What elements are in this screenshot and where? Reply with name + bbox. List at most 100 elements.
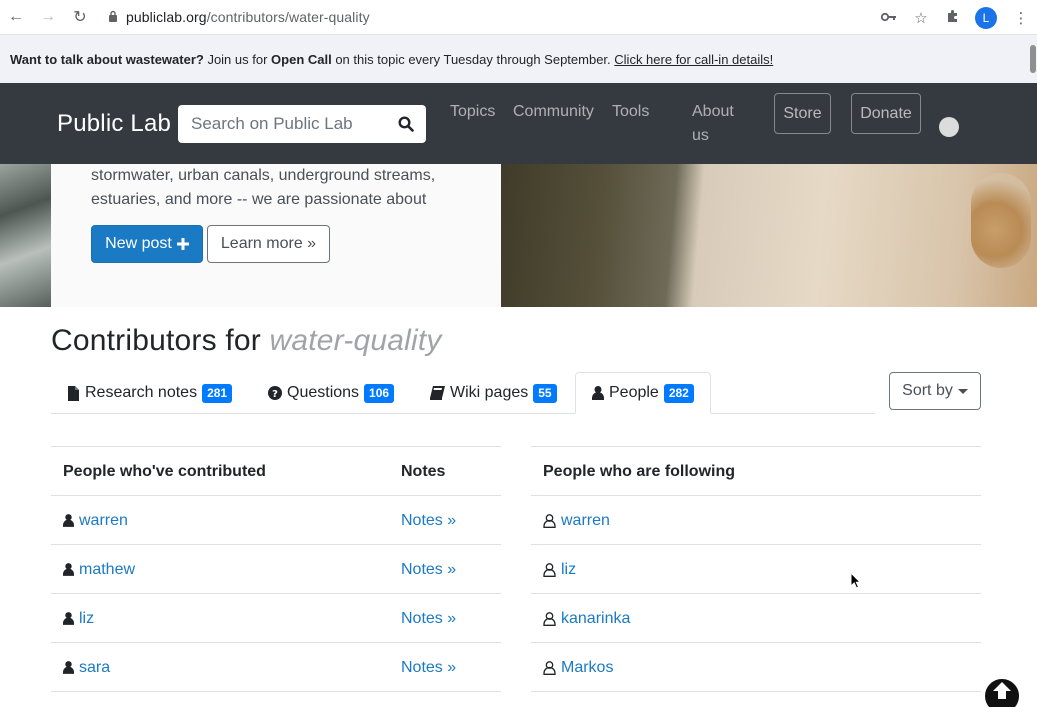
page-title: Contributors for water-quality: [51, 324, 442, 358]
site-navbar: Public Lab Topics Community Tools About u…: [0, 83, 1037, 164]
banner-text-1: Join us for: [203, 52, 272, 67]
notes-link[interactable]: Notes »: [401, 561, 456, 579]
table-row: Markos: [531, 643, 981, 692]
banner-bold: Open Call: [271, 52, 332, 67]
user-outline-icon: [543, 660, 556, 675]
follower-link[interactable]: liz: [561, 561, 576, 579]
banner-text-2: on this topic every Tuesday through Sept…: [331, 52, 615, 67]
water-sample-bottle: [971, 173, 1031, 268]
tab-wiki-pages-label: Wiki pages: [450, 384, 529, 401]
page-scrollbar[interactable]: [1030, 45, 1036, 73]
url-path: /contributors/water-quality: [206, 9, 370, 25]
contributor-link[interactable]: liz: [79, 610, 94, 628]
scroll-to-top-button[interactable]: [983, 677, 1021, 707]
table-row: warren: [531, 496, 981, 545]
back-arrow-icon[interactable]: ←: [0, 0, 32, 35]
nav-topics[interactable]: Topics: [450, 100, 495, 124]
learn-more-button[interactable]: Learn more »: [207, 225, 330, 263]
star-icon[interactable]: ☆: [905, 9, 937, 27]
nav-community[interactable]: Community: [513, 100, 594, 124]
nav-about-line1: About: [692, 103, 734, 120]
banner-lead: Want to talk about wastewater?: [10, 52, 204, 67]
tab-people-label: People: [609, 384, 659, 401]
brand-logo[interactable]: Public Lab: [57, 110, 171, 138]
user-icon: [592, 386, 604, 400]
profile-avatar[interactable]: L: [975, 6, 997, 29]
sort-by-dropdown[interactable]: Sort by: [889, 372, 981, 410]
user-outline-icon: [543, 513, 556, 528]
research-notes-count-badge: 281: [202, 383, 233, 403]
caret-down-icon: [957, 388, 968, 394]
arrow-up-icon: [993, 682, 1011, 699]
user-menu-avatar[interactable]: [939, 117, 959, 137]
contributor-link[interactable]: sara: [79, 659, 110, 677]
table-row: kanarinka: [531, 594, 981, 643]
people-count-badge: 282: [663, 383, 694, 403]
header-notes: Notes: [401, 462, 446, 480]
tab-questions[interactable]: ? Questions 106: [268, 372, 395, 414]
hero-line-1: stormwater, urban canals, underground st…: [91, 167, 436, 184]
tab-research-notes[interactable]: Research notes 281: [67, 372, 233, 414]
user-outline-icon: [543, 611, 556, 626]
notes-link[interactable]: Notes »: [401, 659, 456, 677]
store-button[interactable]: Store: [774, 93, 831, 134]
user-outline-icon: [543, 562, 556, 577]
table-row: liz: [531, 545, 981, 594]
question-circle-icon: ?: [268, 386, 282, 400]
wiki-pages-count-badge: 55: [533, 383, 557, 403]
nav-tools[interactable]: Tools: [612, 100, 649, 124]
address-bar[interactable]: publiclab.org/contributors/water-quality: [126, 9, 370, 25]
search-input[interactable]: [178, 114, 378, 134]
donate-button[interactable]: Donate: [851, 93, 921, 134]
nav-about-line2: us: [692, 127, 709, 144]
user-icon: [63, 563, 74, 576]
table-row: sara Notes »: [51, 643, 501, 692]
mouse-cursor-icon: [850, 571, 862, 595]
lock-icon[interactable]: [108, 10, 118, 25]
tab-questions-label: Questions: [287, 384, 360, 401]
hero-description: stormwater, urban canals, underground st…: [91, 164, 471, 212]
sort-by-label: Sort by: [902, 382, 953, 399]
tab-wiki-pages[interactable]: Wiki pages 55: [430, 372, 557, 414]
new-post-button[interactable]: New post: [91, 225, 203, 263]
follower-link[interactable]: warren: [561, 512, 610, 530]
menu-kebab-icon[interactable]: ⋮: [1005, 9, 1037, 27]
contributor-link[interactable]: warren: [79, 512, 128, 530]
file-icon: [67, 385, 80, 401]
contributors-table: People who've contributed Notes warren N…: [51, 446, 501, 692]
search-icon[interactable]: [386, 105, 426, 143]
book-icon: [430, 386, 445, 400]
plus-icon: [176, 238, 189, 250]
tab-people[interactable]: People 282: [575, 372, 711, 414]
browser-toolbar: ← → ↻ publiclab.org/contributors/water-q…: [0, 0, 1037, 35]
site-search: [178, 105, 426, 143]
call-in-details-link[interactable]: Click here for call-in details!: [614, 52, 773, 67]
table-header-row: People who've contributed Notes: [51, 447, 501, 496]
table-header-row: People who are following: [531, 447, 981, 496]
svg-text:?: ?: [272, 389, 278, 400]
title-prefix: Contributors for: [51, 324, 270, 357]
forward-arrow-icon[interactable]: →: [32, 0, 64, 35]
extensions-icon[interactable]: [937, 9, 969, 27]
follower-link[interactable]: kanarinka: [561, 610, 630, 628]
header-people-contributed: People who've contributed: [63, 462, 266, 480]
nav-about[interactable]: About us: [692, 100, 734, 148]
user-icon: [63, 661, 74, 674]
user-icon: [63, 514, 74, 527]
follower-link[interactable]: Markos: [561, 659, 613, 677]
announcement-banner: Want to talk about wastewater? Join us f…: [0, 35, 1037, 83]
table-row: mathew Notes »: [51, 545, 501, 594]
tab-research-notes-label: Research notes: [85, 384, 198, 401]
header-people-following: People who are following: [543, 462, 736, 480]
key-icon[interactable]: [873, 9, 905, 26]
notes-link[interactable]: Notes »: [401, 512, 456, 530]
reload-icon[interactable]: ↻: [64, 0, 96, 35]
user-icon: [63, 612, 74, 625]
table-row: liz Notes »: [51, 594, 501, 643]
contributor-link[interactable]: mathew: [79, 561, 135, 579]
title-tag: water-quality: [269, 324, 442, 357]
notes-link[interactable]: Notes »: [401, 610, 456, 628]
new-post-label: New post: [105, 235, 172, 252]
hero-line-2: estuaries, and more -- we are passionate…: [91, 191, 427, 208]
browser-actions: ☆ L ⋮: [873, 0, 1037, 35]
